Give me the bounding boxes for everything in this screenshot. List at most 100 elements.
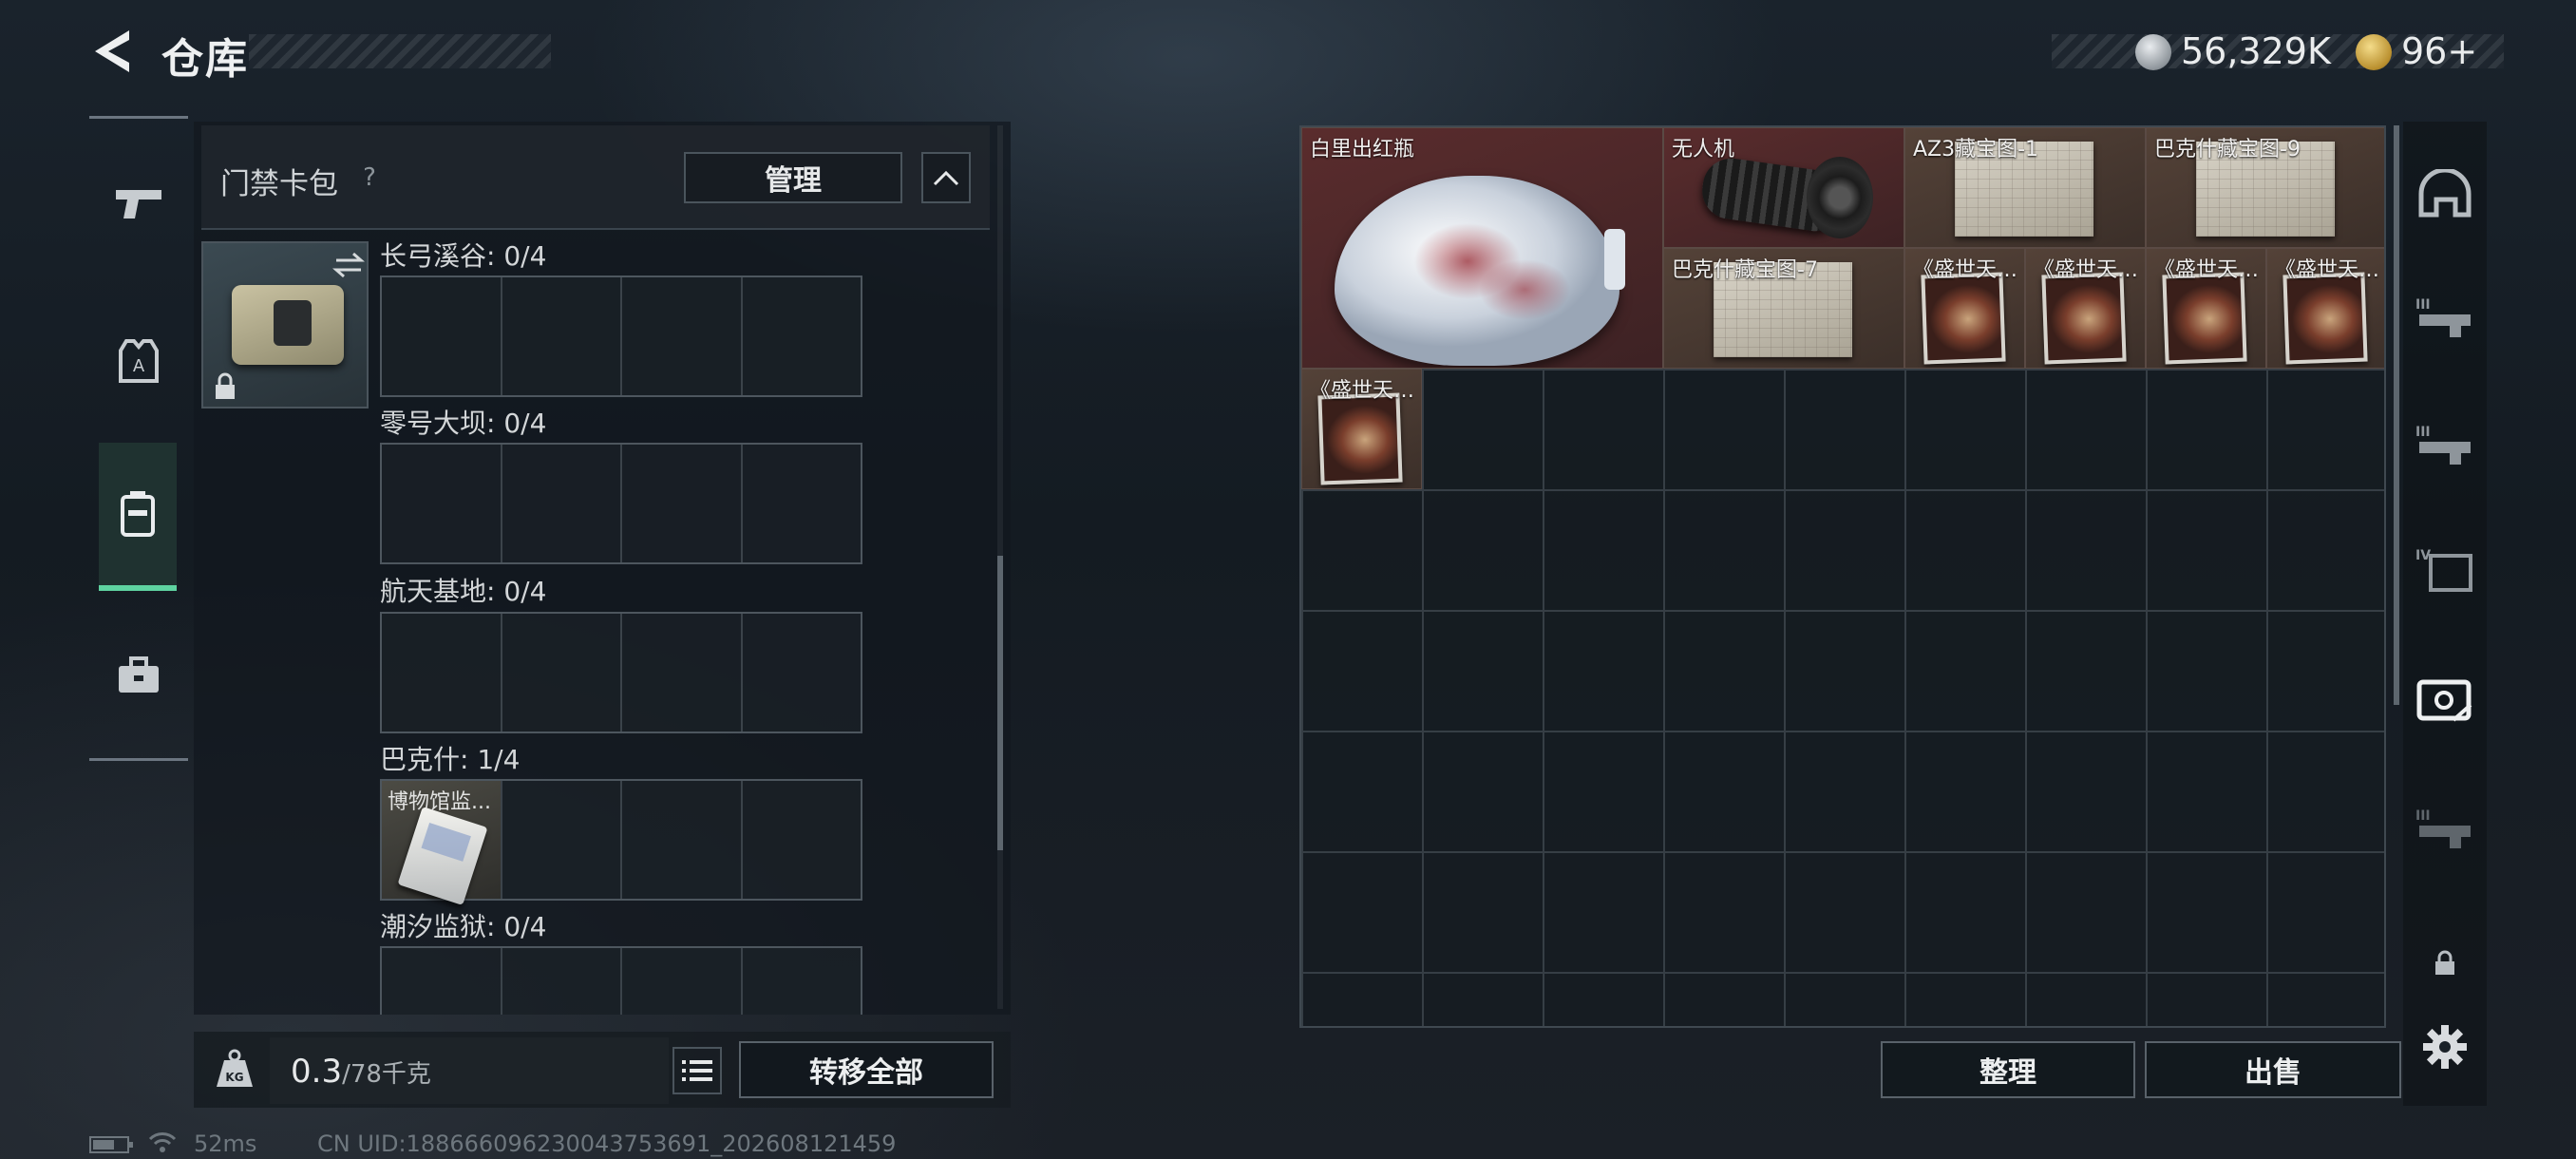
stash-item-book[interactable]: 《盛世天… <box>2025 248 2146 369</box>
gold-currency-amount[interactable]: 96+ <box>2401 30 2477 72</box>
vase-neck <box>1604 229 1625 290</box>
svg-text:III: III <box>2415 297 2431 313</box>
rifle-slot-iii-icon: III <box>2415 425 2471 465</box>
keycard-item-name: 博物馆监... <box>388 790 491 814</box>
swap-icon[interactable] <box>332 251 365 279</box>
stash-item-book[interactable]: 《盛世天… <box>1301 369 1422 489</box>
keycard-slot[interactable] <box>622 277 743 395</box>
stash-item-name: 《盛世天… <box>1310 379 1415 403</box>
book-image <box>1921 272 2006 365</box>
keycard-slot[interactable] <box>622 948 743 1015</box>
keycard-slot[interactable] <box>502 445 622 562</box>
case-icon <box>119 656 159 693</box>
weight-value: 0.3 <box>291 1053 343 1091</box>
rail-tab-slot-b[interactable]: III <box>2413 412 2477 477</box>
list-icon <box>682 1060 712 1081</box>
settings-button[interactable] <box>2413 1015 2477 1079</box>
rail-tab-helmet[interactable] <box>2413 162 2477 226</box>
helmet-icon <box>2418 169 2472 218</box>
transfer-all-button[interactable]: 转移全部 <box>739 1041 994 1098</box>
silver-currency-amount[interactable]: 56,329K <box>2181 30 2331 72</box>
keycard-image <box>397 806 488 906</box>
svg-text:III: III <box>2415 425 2431 440</box>
rail-tab-slot-a[interactable]: III <box>2413 285 2477 350</box>
stash-grid[interactable]: 白里出红瓶 无人机 AZ3藏宝图-1 巴克什藏宝图-9 巴克什藏宝图-7 《盛世… <box>1299 125 2386 1028</box>
keycard-slot[interactable] <box>743 614 862 732</box>
keycard-slot[interactable] <box>382 948 502 1015</box>
backpack-icon <box>121 491 155 537</box>
rifle-slot-iii-icon: III <box>2415 297 2471 337</box>
stash-item-book[interactable]: 《盛世天… <box>2266 248 2384 369</box>
region-slots-space-base <box>380 612 862 733</box>
stash-item-drone[interactable]: 无人机 <box>1663 127 1904 248</box>
collapse-button[interactable] <box>921 152 971 203</box>
battery-icon <box>89 1136 133 1153</box>
stash-scrollbar[interactable] <box>2394 125 2399 705</box>
keycard-slot[interactable] <box>743 948 862 1015</box>
sort-button[interactable]: 整理 <box>1881 1041 2135 1098</box>
keycard-slot[interactable] <box>622 445 743 562</box>
rail-tab-armor[interactable]: IV <box>2413 538 2477 602</box>
rail-tab-weapons[interactable] <box>99 163 179 243</box>
book-image <box>2041 272 2127 365</box>
keycard-slot[interactable] <box>382 614 502 732</box>
stash-item-book[interactable]: 《盛世天… <box>2146 248 2266 369</box>
stash-item-name: 巴克什藏宝图-9 <box>2154 138 2301 162</box>
rail-tab-stash[interactable] <box>2413 669 2477 733</box>
drone-rotor <box>1807 157 1873 238</box>
keycard-item[interactable]: 博物馆监... <box>382 781 502 906</box>
stash-item-map[interactable]: 巴克什藏宝图-7 <box>1663 248 1904 369</box>
stash-item-name: AZ3藏宝图-1 <box>1913 138 2039 162</box>
keycard-slot[interactable] <box>382 277 502 395</box>
keycard-slot[interactable] <box>743 445 862 562</box>
uid-text: CN UID:188666096230043753691_20260812145… <box>317 1130 897 1157</box>
list-view-button[interactable] <box>672 1047 722 1094</box>
armor-slot-iv-icon: IV <box>2415 548 2472 592</box>
rail-tab-vest[interactable]: A <box>99 321 179 401</box>
rail-top-divider <box>89 116 188 119</box>
region-label-tide-prison: 潮汐监狱: 0/4 <box>380 911 547 942</box>
keycard-title: 门禁卡包 <box>220 167 338 201</box>
keycard-bag-slot[interactable] <box>201 241 369 408</box>
keycard-slot[interactable] <box>743 277 862 395</box>
ping-readout: 52ms <box>194 1130 257 1157</box>
gear-icon <box>2423 1025 2467 1069</box>
keycard-bag-image <box>232 285 344 365</box>
rail-lock[interactable] <box>2413 931 2477 996</box>
page-title: 仓库 <box>161 35 249 84</box>
backpack-scroll-thumb[interactable] <box>997 556 1003 850</box>
stash-item-book[interactable]: 《盛世天… <box>1904 248 2025 369</box>
rail-tab-backpack[interactable] <box>99 443 177 591</box>
keycard-slot[interactable] <box>622 781 743 899</box>
back-button[interactable] <box>87 27 137 76</box>
keycard-slot[interactable] <box>622 614 743 732</box>
chevron-up-icon <box>933 170 959 186</box>
stash-item-name: 巴克什藏宝图-7 <box>1672 258 1818 282</box>
rifle-slot-iii-icon: III <box>2415 808 2471 848</box>
help-icon[interactable]: ? <box>353 162 386 194</box>
stash-item-name: 《盛世天… <box>1913 258 2018 282</box>
keycard-slot[interactable] <box>502 948 622 1015</box>
keycard-slot[interactable] <box>502 614 622 732</box>
manage-button[interactable]: 管理 <box>684 152 902 203</box>
stash-active-icon <box>2416 679 2472 722</box>
rail-tab-case[interactable] <box>99 636 179 716</box>
region-slots-dam <box>380 443 862 564</box>
weight-readout: 0.3/78千克 <box>291 1053 431 1091</box>
sell-button[interactable]: 出售 <box>2145 1041 2401 1098</box>
keycard-slot[interactable] <box>502 781 622 899</box>
stash-item-name: 白里出红瓶 <box>1310 138 1415 162</box>
book-image <box>2162 272 2247 365</box>
keycard-slot[interactable] <box>743 781 862 899</box>
silver-coin-icon <box>2135 34 2171 70</box>
keycard-slot[interactable] <box>502 277 622 395</box>
rail-bottom-divider <box>89 758 188 761</box>
region-label-dam: 零号大坝: 0/4 <box>380 408 547 439</box>
svg-text:III: III <box>2415 808 2431 824</box>
stash-item-map[interactable]: AZ3藏宝图-1 <box>1904 127 2146 248</box>
rail-tab-slot-c[interactable]: III <box>2413 796 2477 861</box>
stash-item-name: 无人机 <box>1672 138 1735 162</box>
stash-item-map[interactable]: 巴克什藏宝图-9 <box>2146 127 2384 248</box>
stash-item-vase[interactable]: 白里出红瓶 <box>1301 127 1663 369</box>
keycard-slot[interactable] <box>382 445 502 562</box>
